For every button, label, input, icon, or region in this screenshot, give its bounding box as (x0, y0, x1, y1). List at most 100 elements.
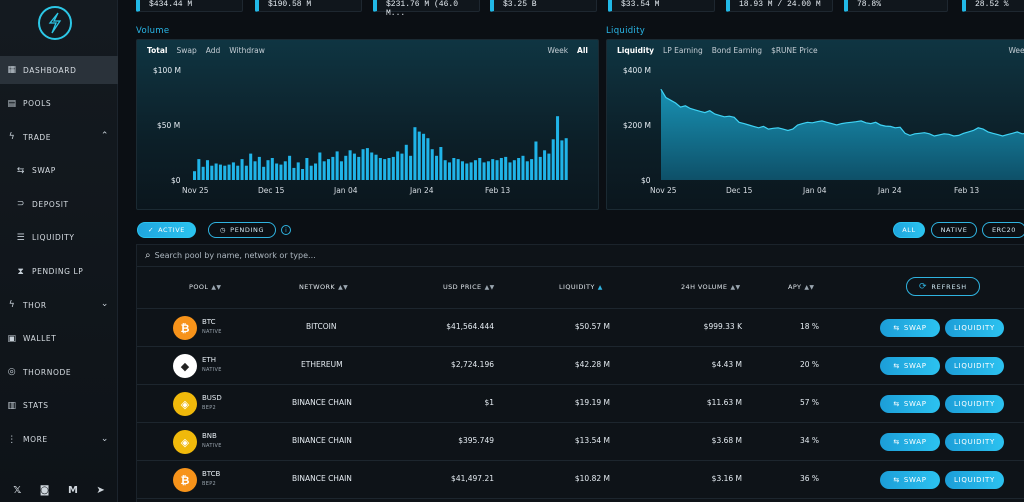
swap-button[interactable]: ⇆SWAP (880, 319, 940, 337)
volume-bar (500, 158, 503, 180)
discord-icon[interactable]: ◙ (40, 485, 50, 496)
pool-symbol: BTC (202, 318, 216, 326)
filter-all-button[interactable]: ALL (893, 222, 925, 238)
telegram-icon[interactable]: ➤ (96, 485, 104, 496)
table-row[interactable]: ◈BNBNATIVEBINANCE CHAIN$395.749$13.54 M$… (137, 423, 1024, 461)
network-cell: BINANCE CHAIN (292, 474, 352, 483)
network-cell: BINANCE CHAIN (292, 436, 352, 445)
network-cell: BINANCE CHAIN (292, 398, 352, 407)
table-row[interactable]: ₿BTCBBEP2BINANCE CHAIN$41,497.21$10.82 M… (137, 461, 1024, 499)
refresh-button[interactable]: ⟳REFRESH (906, 277, 980, 296)
filter-active-button[interactable]: ✓ACTIVE (137, 222, 196, 238)
apy-cell: 36 % (800, 474, 819, 483)
column-header-apy[interactable]: APY▲▼ (788, 283, 814, 291)
chevron-down-icon[interactable]: ⌄ (101, 434, 109, 444)
volume-bar (409, 156, 412, 180)
swap-button[interactable]: ⇆SWAP (880, 395, 940, 413)
liquidity-button[interactable]: LIQUIDITY (945, 433, 1004, 451)
sidebar-item-swap[interactable]: ⇆ SWAP (0, 157, 118, 185)
medium-icon[interactable]: M (68, 485, 78, 496)
stat-value: 28.52 % (975, 0, 1009, 9)
filter-native-button[interactable]: NATIVE (931, 222, 977, 238)
sidebar-item-stats[interactable]: ▥STATS (0, 392, 118, 420)
volume-title: Volume (136, 26, 169, 36)
liquidity-button[interactable]: LIQUIDITY (945, 471, 1004, 489)
liquidity-chart (607, 40, 1024, 210)
column-header-network[interactable]: NETWORK▲▼ (299, 283, 348, 291)
table-row[interactable]: ₿BTCNATIVEBITCOIN$41,564.444$50.57 M$999… (137, 309, 1024, 347)
volume-bar (439, 147, 442, 180)
info-icon[interactable]: i (281, 225, 291, 235)
swap-button[interactable]: ⇆SWAP (880, 357, 940, 375)
stat-value: $33.54 M (621, 0, 659, 9)
stat-value: 18.93 M / 24.00 M (739, 0, 821, 9)
sidebar-item-deposit[interactable]: ⊃DEPOSIT (0, 190, 118, 218)
grid-icon: ▦ (7, 65, 17, 75)
sidebar-item-pools[interactable]: ▤ POOLS (0, 90, 118, 118)
filter-pending-button[interactable]: ◷PENDING (208, 222, 276, 238)
sidebar-item-thornode[interactable]: ◎THORNODE (0, 358, 118, 386)
volume-bar (474, 160, 477, 180)
volume-bar (241, 159, 244, 180)
volume-bar (400, 154, 403, 180)
volume-bar (396, 151, 399, 180)
app-logo[interactable] (38, 6, 72, 40)
chevron-up-icon[interactable]: ⌃ (101, 131, 109, 141)
volume-bar (539, 157, 542, 180)
stat-card: $33.54 M (608, 0, 715, 12)
liquidity-button[interactable]: LIQUIDITY (945, 395, 1004, 413)
liquidity-button[interactable]: LIQUIDITY (945, 319, 1004, 337)
sidebar-item-wallet[interactable]: ▣WALLET (0, 325, 118, 353)
sidebar-item-pending-lp[interactable]: ⧗PENDING LP (0, 258, 118, 286)
sidebar-item-thor[interactable]: ϟTHOR⌄ (0, 291, 118, 319)
swap-button[interactable]: ⇆SWAP (880, 433, 940, 451)
volume-bar (331, 157, 334, 180)
volume-bar (452, 158, 455, 180)
volume-bar (197, 159, 200, 180)
network-cell: BITCOIN (306, 322, 336, 331)
sidebar-item-label: SWAP (32, 166, 56, 175)
top-stats-bar: $434.44 M$190.58 M$231.76 M (46.0 M...$3… (118, 0, 1024, 14)
pools-icon: ▤ (7, 99, 17, 109)
twitter-icon[interactable]: 𝕏 (13, 485, 21, 496)
pool-type: BEP2 (202, 481, 216, 487)
filter-erc20-button[interactable]: ERC20 (982, 222, 1024, 238)
sidebar-item-trade[interactable]: ϟTRADE⌃ (0, 123, 118, 151)
liquidity-cell: $19.19 M (575, 398, 610, 407)
bolt-icon: ϟ (7, 132, 17, 142)
x-tick-label: Jan 24 (410, 186, 434, 195)
sidebar-item-dashboard[interactable]: ▦DASHBOARD (0, 56, 118, 84)
apy-cell: 18 % (800, 322, 819, 331)
sidebar-item-label: POOLS (23, 99, 51, 108)
column-header-pool[interactable]: POOL▲▼ (189, 283, 221, 291)
search-bar[interactable]: ⌕ Search pool by name, network or type..… (137, 245, 1024, 267)
sidebar-item-label: WALLET (23, 334, 56, 343)
sidebar-item-liquidity[interactable]: ☰LIQUIDITY (0, 224, 118, 252)
volume-bar (487, 161, 490, 180)
column-header-usd-price[interactable]: USD PRICE▲▼ (443, 283, 495, 291)
stats-icon: ▥ (7, 401, 17, 411)
table-row[interactable]: ◆ETHNATIVEETHEREUM$2,724.196$42.28 M$4.4… (137, 347, 1024, 385)
volume-bar (461, 161, 464, 180)
search-input[interactable]: Search pool by name, network or type... (155, 251, 316, 260)
x-tick-label: Dec 15 (258, 186, 284, 195)
chevron-down-icon[interactable]: ⌄ (101, 299, 109, 309)
volume-bar (392, 157, 395, 180)
swap-button[interactable]: ⇆SWAP (880, 471, 940, 489)
volume-bar (362, 149, 365, 180)
volume-bar (383, 159, 386, 180)
column-header-24h-volume[interactable]: 24H VOLUME▲▼ (681, 283, 740, 291)
stat-card: $434.44 M (136, 0, 243, 12)
column-header-liquidity[interactable]: LIQUIDITY▲ (559, 283, 603, 291)
price-cell: $2,724.196 (451, 360, 494, 369)
stat-card: $3.25 B (490, 0, 597, 12)
pool-symbol: BNB (202, 432, 217, 440)
swap-icon: ⇆ (16, 166, 26, 176)
liquidity-button[interactable]: LIQUIDITY (945, 357, 1004, 375)
volume-bar (323, 161, 326, 180)
sidebar-item-more[interactable]: ⋮MORE⌄ (0, 426, 118, 454)
table-row[interactable]: ◈BUSDBEP2BINANCE CHAIN$1$19.19 M$11.63 M… (137, 385, 1024, 423)
bitcoin-icon: ₿ (173, 316, 197, 340)
volume-panel: TotalSwapAddWithdraw WeekAll $100 M $50 … (136, 39, 599, 210)
volume-bar (228, 165, 231, 180)
